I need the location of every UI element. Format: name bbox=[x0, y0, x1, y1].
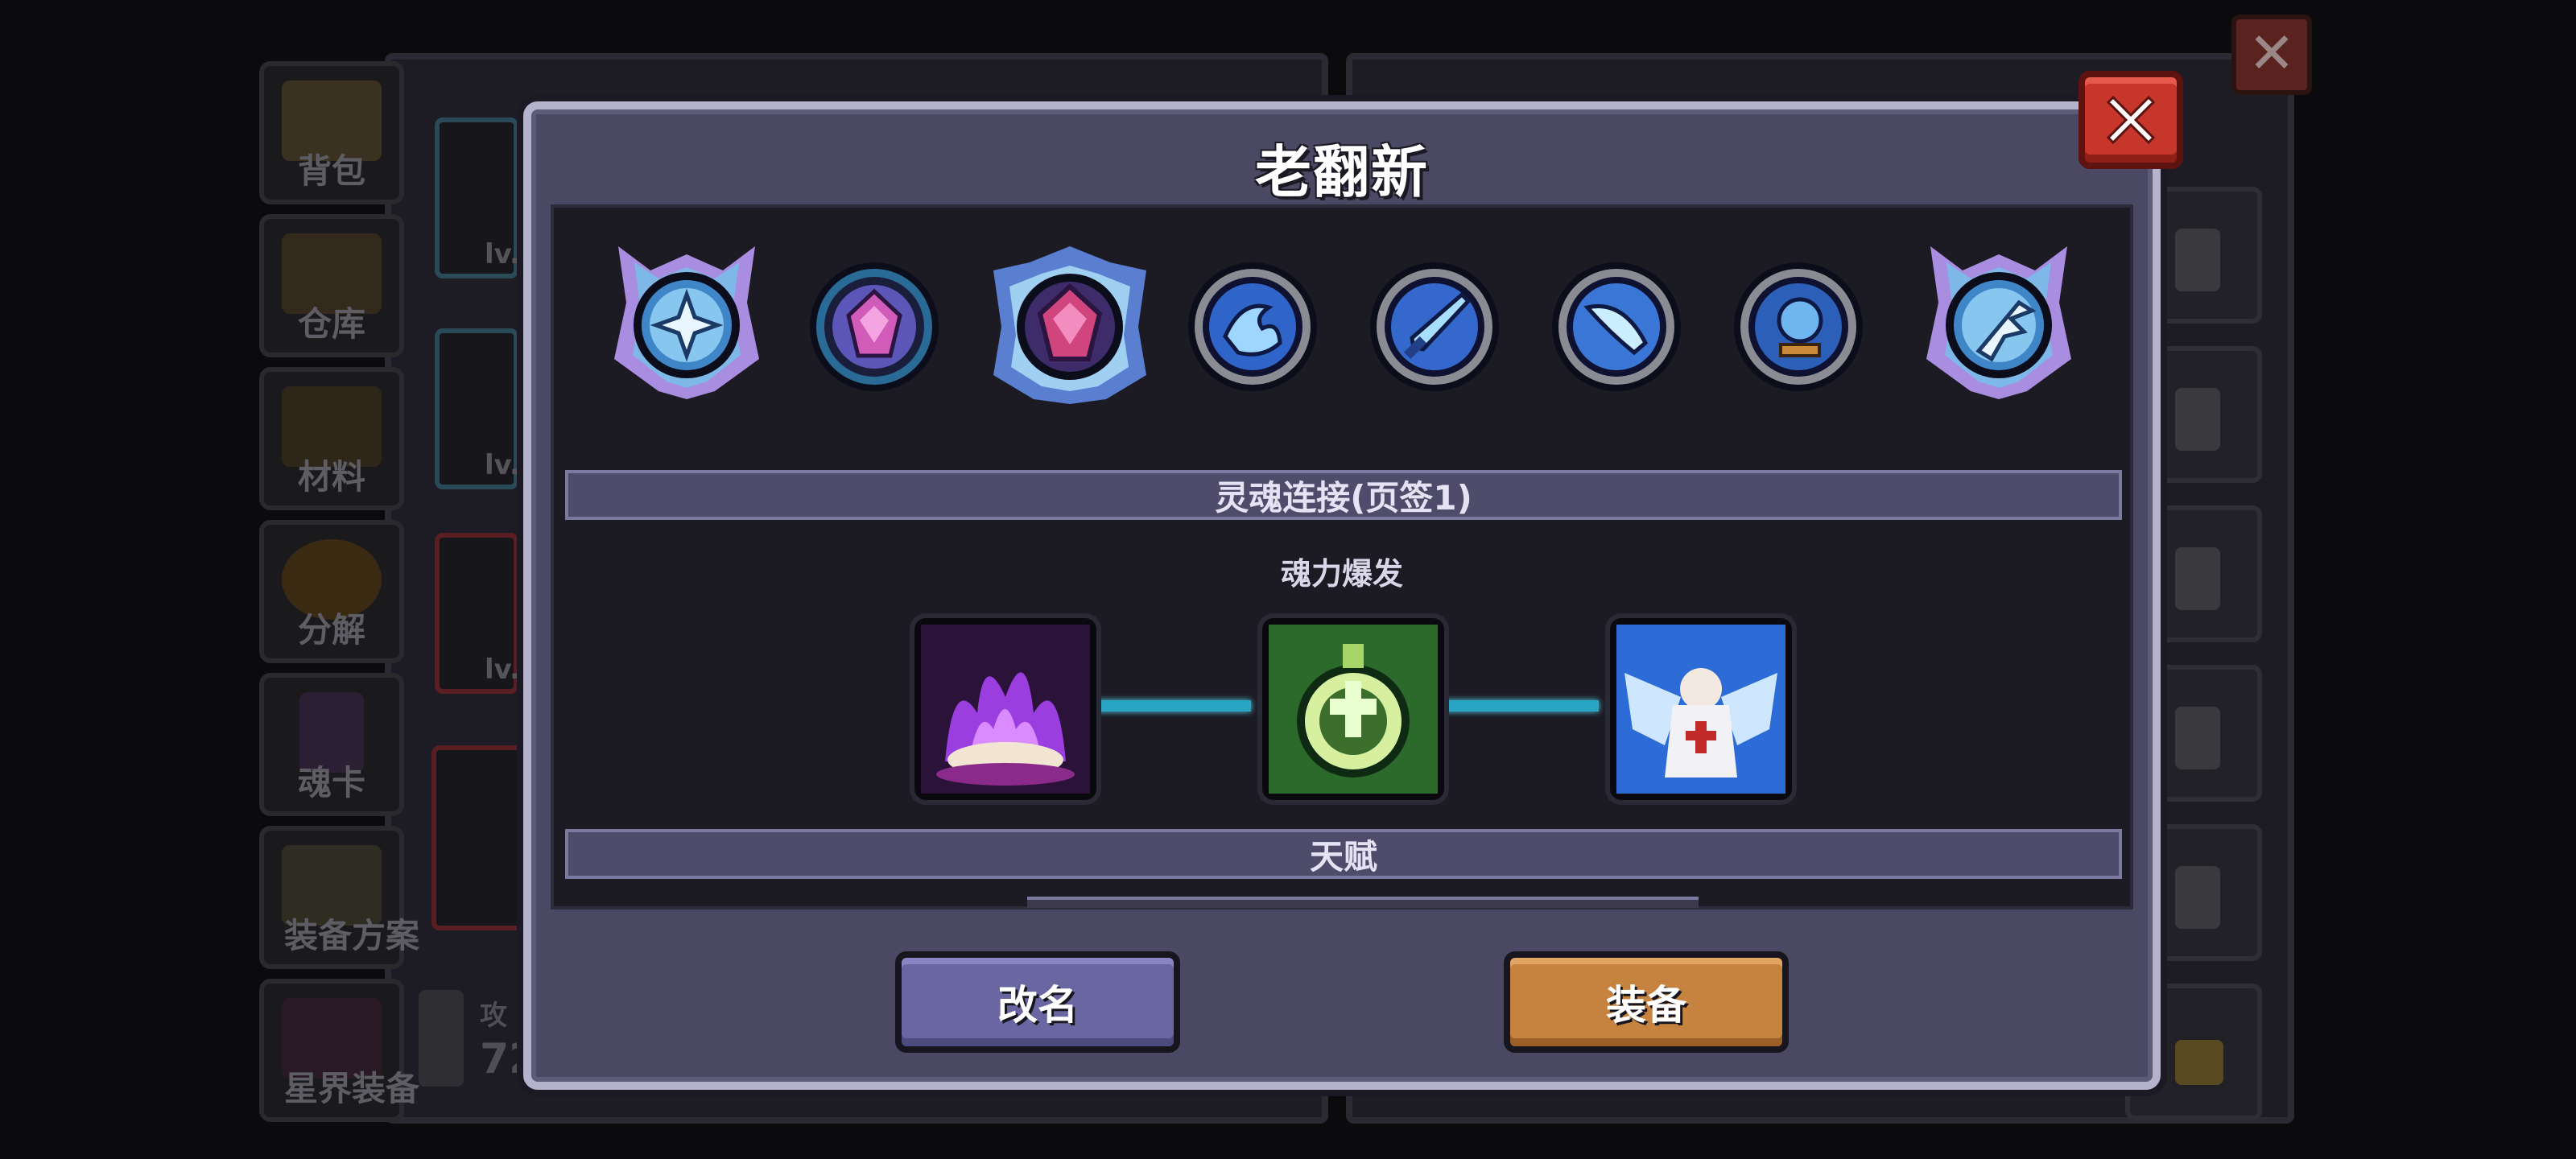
pink-crystal-winged-gem-icon[interactable] bbox=[985, 238, 1154, 407]
blue-axe-gem-icon[interactable] bbox=[1914, 238, 2083, 407]
side-nav-item-equip-plan: 装备方案 bbox=[259, 826, 419, 969]
equip-button[interactable]: 装备 bbox=[1504, 951, 1789, 1053]
equipment-card bbox=[431, 745, 531, 930]
pink-crystal-gem-icon[interactable] bbox=[807, 259, 942, 394]
card-level: lv. bbox=[485, 449, 520, 481]
soul-link-connector bbox=[1443, 700, 1599, 711]
soul-link-name: 魂力爆发 bbox=[1280, 556, 1403, 592]
side-nav-item-materials: 材料 bbox=[259, 367, 404, 510]
talent-section-header: 天赋 bbox=[565, 829, 2122, 879]
card-level: lv. bbox=[485, 238, 520, 270]
armor-slot-icon bbox=[2175, 866, 2220, 929]
side-nav-label: 分解 bbox=[297, 610, 365, 650]
side-nav-label: 材料 bbox=[297, 457, 365, 497]
blue-sword-gem-icon[interactable] bbox=[1367, 259, 1502, 394]
sword-icon bbox=[419, 990, 464, 1087]
modal-content: 灵魂连接(页签1) 魂力爆发 天赋 bbox=[551, 204, 2133, 909]
close-icon bbox=[2085, 77, 2177, 163]
green-cross-card-icon[interactable] bbox=[1262, 618, 1444, 800]
side-nav-item-decompose: 分解 bbox=[259, 520, 404, 663]
loadout-modal: 老翻新 灵魂连接(页签1) 魂力爆发 天赋 改名 装备 bbox=[523, 101, 2161, 1090]
blue-feather-gem-icon[interactable] bbox=[1549, 259, 1684, 394]
side-nav-item-astral-equip: 星界装备 bbox=[259, 979, 419, 1122]
lock-icon bbox=[2175, 1040, 2223, 1085]
side-nav-item-warehouse: 仓库 bbox=[259, 214, 404, 357]
equipment-card: lv. bbox=[435, 328, 520, 489]
blue-orb-gem-icon[interactable] bbox=[1731, 259, 1866, 394]
side-nav-label: 背包 bbox=[297, 151, 365, 191]
purple-flame-card-icon[interactable] bbox=[914, 618, 1096, 800]
equipment-card: lv. bbox=[435, 533, 520, 694]
side-nav-label: 装备方案 bbox=[283, 916, 419, 955]
attack-label: 攻 bbox=[480, 1000, 507, 1032]
armor-slot-icon bbox=[2175, 388, 2220, 451]
side-nav-item-backpack: 背包 bbox=[259, 61, 404, 204]
rename-button[interactable]: 改名 bbox=[895, 951, 1180, 1053]
talent-list-peek bbox=[1027, 897, 1699, 908]
side-nav: 背包 仓库 材料 分解 魂卡 装备方案 星界装备 bbox=[259, 61, 419, 1132]
gem-row bbox=[602, 238, 2083, 407]
side-nav-label: 仓库 bbox=[297, 304, 365, 344]
soul-link-section-header: 灵魂连接(页签1) bbox=[565, 470, 2122, 520]
modal-title: 老翻新 bbox=[1255, 139, 1429, 205]
cross-shield-gem-icon[interactable] bbox=[602, 238, 771, 407]
game-screen: ✕ 背包 仓库 材料 分解 魂卡 装备方案 星界装备 lv. lv. lv. 攻… bbox=[0, 0, 2576, 1159]
armor-slot-icon bbox=[2175, 547, 2220, 610]
blue-angel-card-icon[interactable] bbox=[1610, 618, 1792, 800]
soul-link-connector bbox=[1095, 700, 1251, 711]
card-level: lv. bbox=[485, 654, 520, 686]
armor-slot-icon bbox=[2175, 229, 2220, 291]
armor-slot-icon bbox=[2175, 707, 2220, 769]
background-close-button: ✕ bbox=[2231, 14, 2312, 95]
close-button[interactable] bbox=[2079, 71, 2183, 169]
equipment-card: lv. bbox=[435, 118, 520, 278]
blue-wave-gem-icon[interactable] bbox=[1185, 259, 1320, 394]
side-nav-item-soul-card: 魂卡 bbox=[259, 673, 404, 816]
side-nav-label: 魂卡 bbox=[297, 763, 365, 802]
